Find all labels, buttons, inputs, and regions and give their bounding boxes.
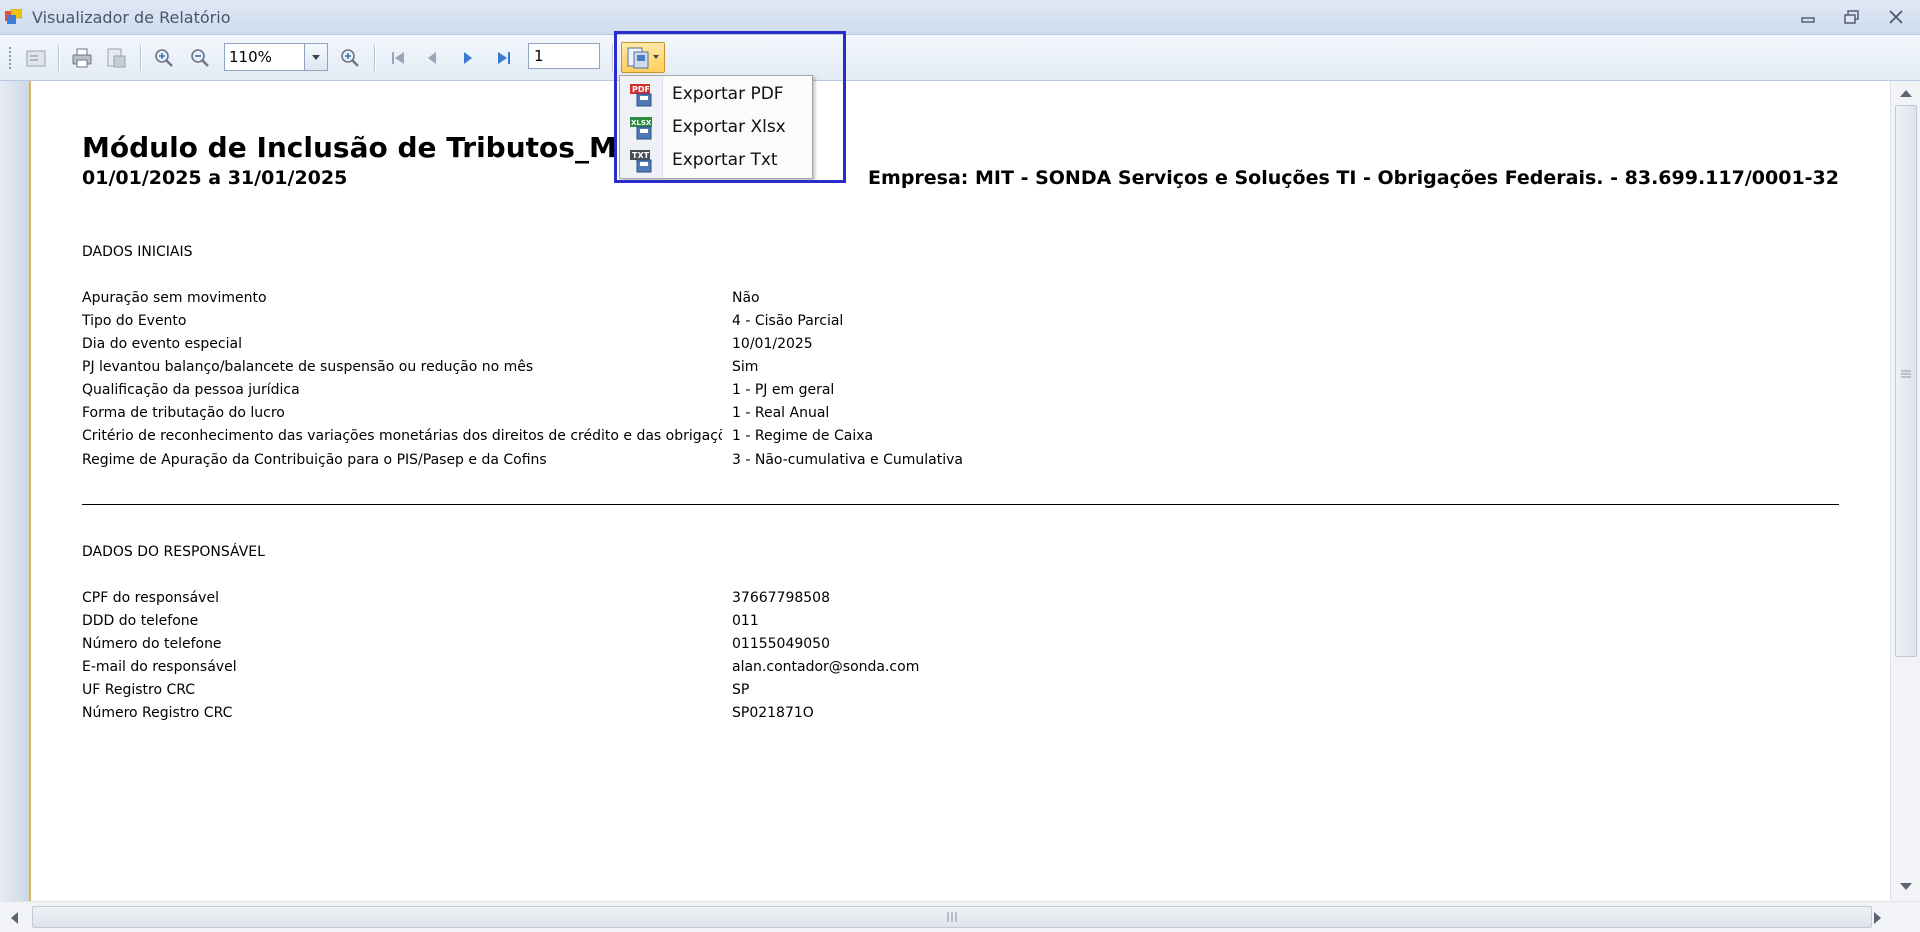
field-label: Tipo do Evento: [82, 313, 187, 329]
field-label: Regime de Apuração da Contribuição para …: [82, 452, 547, 468]
page-number-input[interactable]: 1: [528, 43, 600, 69]
field-label: DDD do telefone: [82, 613, 199, 629]
report-viewer: [0, 81, 1890, 901]
field-label: Dia do evento especial: [82, 336, 242, 352]
document-map-icon[interactable]: [24, 46, 48, 70]
field-value: alan.contador@sonda.com: [732, 659, 920, 675]
svg-text:XLSX: XLSX: [631, 119, 652, 127]
grip-lines-icon: [947, 912, 957, 922]
field-label: Número do telefone: [82, 636, 222, 652]
report-viewer-app-icon: [5, 9, 22, 24]
find-icon[interactable]: [338, 46, 362, 70]
field-value: Sim: [732, 359, 759, 375]
field-value: 1 - Real Anual: [732, 405, 830, 421]
previous-page-icon[interactable]: [420, 46, 444, 70]
field-label: UF Registro CRC: [82, 682, 196, 698]
xlsx-file-icon: XLSX: [630, 117, 652, 140]
minimize-icon[interactable]: [1794, 6, 1822, 28]
page-margin-ruler: [0, 81, 31, 901]
field-value: 4 - Cisão Parcial: [732, 313, 844, 329]
field-value: 37667798508: [732, 590, 830, 606]
toolbar-grip[interactable]: [9, 47, 11, 69]
close-icon[interactable]: [1882, 6, 1910, 28]
section-title-dados-responsavel: DADOS DO RESPONSÁVEL: [82, 544, 265, 560]
svg-text:TXT: TXT: [632, 151, 650, 160]
zoom-in-icon[interactable]: [152, 46, 176, 70]
field-label: PJ levantou balanço/balancete de suspens…: [82, 359, 534, 375]
svg-text:PDF: PDF: [632, 85, 650, 94]
field-value: 10/01/2025: [732, 336, 813, 352]
export-button[interactable]: [621, 42, 665, 73]
field-label: Número Registro CRC: [82, 705, 233, 721]
field-label: Apuração sem movimento: [82, 290, 267, 306]
menu-item-export-txt[interactable]: TXT Exportar Txt: [620, 144, 810, 176]
section-divider: [82, 504, 1839, 505]
toolbar-separator: [612, 45, 614, 71]
field-label: Critério de reconhecimento das variações…: [82, 428, 722, 444]
scroll-right-icon[interactable]: [1872, 910, 1884, 926]
scroll-left-icon[interactable]: [8, 910, 20, 926]
page-setup-icon[interactable]: [104, 46, 128, 70]
vertical-scroll-thumb[interactable]: [1895, 105, 1917, 657]
vertical-scrollbar[interactable]: [1890, 81, 1920, 901]
print-icon[interactable]: [70, 46, 94, 70]
field-value: 1 - Regime de Caixa: [732, 428, 874, 444]
scroll-down-icon[interactable]: [1898, 881, 1914, 893]
zoom-value: 110%: [229, 48, 272, 66]
toolbar-separator: [58, 45, 60, 71]
chevron-down-icon: [312, 55, 320, 60]
menu-item-label: Exportar Txt: [672, 150, 778, 170]
field-value: 3 - Não-cumulativa e Cumulativa: [732, 452, 963, 468]
zoom-combobox[interactable]: 110%: [224, 43, 328, 71]
first-page-icon[interactable]: [386, 46, 410, 70]
menu-item-label: Exportar PDF: [672, 84, 784, 104]
field-value: 1 - PJ em geral: [732, 382, 835, 398]
last-page-icon[interactable]: [492, 46, 516, 70]
section-title-dados-iniciais: DADOS INICIAIS: [82, 244, 193, 260]
horizontal-scrollbar[interactable]: [0, 901, 1920, 932]
field-value: SP021871O: [732, 705, 814, 721]
title-bar: Visualizador de Relatório: [0, 0, 1920, 35]
export-dropdown-menu: PDF Exportar PDF XLSX Exportar Xlsx TXT …: [619, 75, 813, 179]
restore-icon[interactable]: [1838, 6, 1866, 28]
menu-item-export-xlsx[interactable]: XLSX Exportar Xlsx: [620, 111, 810, 143]
toolbar-separator: [374, 45, 376, 71]
report-company: Empresa: MIT - SONDA Serviços e Soluções…: [868, 167, 1839, 189]
window-title: Visualizador de Relatório: [32, 8, 231, 27]
grip-lines-icon: [1901, 370, 1911, 378]
toolbar-separator: [140, 45, 142, 71]
field-label: E-mail do responsável: [82, 659, 237, 675]
menu-item-export-pdf[interactable]: PDF Exportar PDF: [620, 78, 810, 110]
field-value: 011: [732, 613, 759, 629]
field-label: Forma de tributação do lucro: [82, 405, 285, 421]
horizontal-scroll-thumb[interactable]: [32, 906, 1872, 928]
menu-item-label: Exportar Xlsx: [672, 117, 786, 137]
export-icon: [627, 47, 659, 69]
zoom-dropdown-button[interactable]: [304, 44, 327, 70]
zoom-out-icon[interactable]: [188, 46, 212, 70]
pdf-file-icon: PDF: [630, 84, 652, 107]
field-value: Não: [732, 290, 760, 306]
field-value: SP: [732, 682, 750, 698]
report-period: 01/01/2025 a 31/01/2025: [82, 167, 348, 189]
field-label: CPF do responsável: [82, 590, 219, 606]
txt-file-icon: TXT: [630, 150, 652, 173]
next-page-icon[interactable]: [456, 46, 480, 70]
field-label: Qualificação da pessoa jurídica: [82, 382, 300, 398]
scroll-up-icon[interactable]: [1898, 87, 1914, 99]
field-value: 01155049050: [732, 636, 830, 652]
